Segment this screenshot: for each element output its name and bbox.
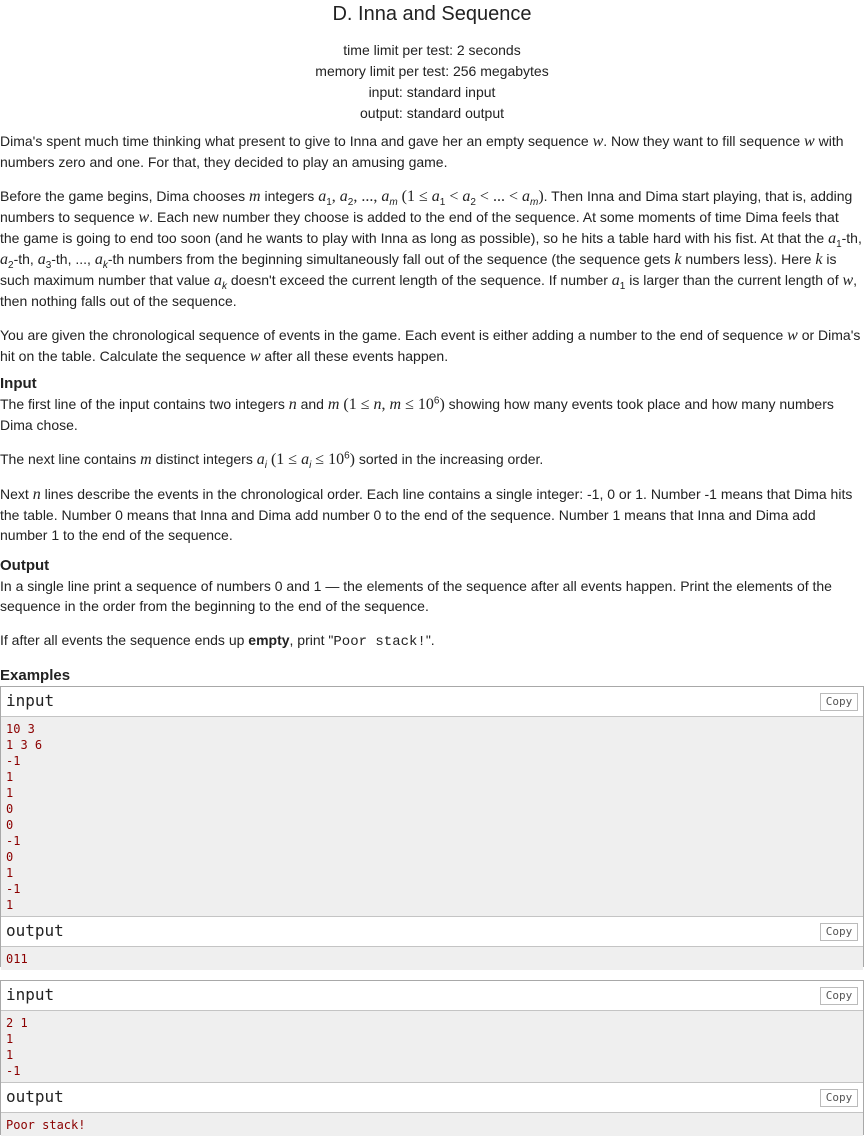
example-input-label: input xyxy=(6,691,55,710)
example-line: 1 xyxy=(6,1032,14,1046)
input-section: Input The first line of the input contai… xyxy=(0,374,862,545)
examples-title: Examples xyxy=(0,667,71,684)
input-spec: input: standard input xyxy=(368,84,496,100)
example-line: Poor stack! xyxy=(6,1118,86,1132)
example-output-body: 011 xyxy=(1,947,863,970)
example-line: 1 xyxy=(6,1048,14,1062)
statement-paragraph: You are given the chronological sequence… xyxy=(0,327,861,365)
example-input-header: input Copy xyxy=(1,687,863,717)
input-paragraph: The next line contains m distinct intege… xyxy=(0,450,544,471)
copy-button[interactable]: Copy xyxy=(820,693,858,711)
copy-button[interactable]: Copy xyxy=(820,1089,858,1107)
example-line: 0 xyxy=(6,818,14,832)
statement-paragraph: Dima's spent much time thinking what pre… xyxy=(0,133,844,170)
memory-limit: memory limit per test: 256 megabytes xyxy=(315,63,549,79)
example-2: input Copy 2 1 1 1 -1 output Copy Poor stac… xyxy=(0,980,864,1136)
example-line: 1 3 6 xyxy=(6,738,43,752)
example-input-body: 10 3 1 3 6 -1 1 1 0 0 -1 0 1 -1 1 xyxy=(1,717,863,916)
example-line: 011 xyxy=(6,952,28,966)
example-input-header: input Copy xyxy=(1,981,863,1011)
time-limit: time limit per test: 2 seconds xyxy=(343,42,521,58)
example-input-body: 2 1 1 1 -1 xyxy=(1,1011,863,1082)
example-line: -1 xyxy=(6,834,21,848)
example-line: 10 3 xyxy=(6,722,35,736)
example-line: 0 xyxy=(6,802,14,816)
example-input-label: input xyxy=(6,985,55,1004)
example-output-header: output Copy xyxy=(1,1082,863,1113)
example-output-label: output xyxy=(6,921,64,940)
example-line: -1 xyxy=(6,754,21,768)
problem-title: D. Inna and Sequence xyxy=(332,3,532,25)
input-section-title: Input xyxy=(0,375,37,392)
example-line: 1 xyxy=(6,898,14,912)
example-line: -1 xyxy=(6,1064,21,1078)
example-output-header: output Copy xyxy=(1,916,863,947)
problem-header: D. Inna and Sequence time limit per test… xyxy=(0,0,864,124)
example-output-label: output xyxy=(6,1087,64,1106)
output-paragraph: In a single line print a sequence of num… xyxy=(0,578,832,614)
output-section-title: Output xyxy=(0,557,50,574)
statement-paragraph: Before the game begins, Dima chooses m i… xyxy=(0,188,862,309)
copy-button[interactable]: Copy xyxy=(820,987,858,1005)
example-line: 2 1 xyxy=(6,1016,28,1030)
example-output-body: Poor stack! xyxy=(1,1113,863,1136)
input-paragraph: The first line of the input contains two… xyxy=(0,395,834,433)
copy-button[interactable]: Copy xyxy=(820,923,858,941)
input-paragraph: Next n lines describe the events in the … xyxy=(0,486,853,543)
output-paragraph: If after all events the sequence ends up… xyxy=(0,632,435,650)
example-line: 1 xyxy=(6,866,14,880)
example-1: input Copy 10 3 1 3 6 -1 1 1 0 0 -1 0 1 -1 1 output… xyxy=(0,686,864,970)
output-section: Output In a single line print a sequence… xyxy=(0,556,862,652)
example-line: -1 xyxy=(6,882,21,896)
example-line: 0 xyxy=(6,850,14,864)
example-line: 1 xyxy=(6,786,14,800)
output-spec: output: standard output xyxy=(360,105,504,121)
example-line: 1 xyxy=(6,770,14,784)
problem-statement: Dima's spent much time thinking what pre… xyxy=(0,131,862,367)
